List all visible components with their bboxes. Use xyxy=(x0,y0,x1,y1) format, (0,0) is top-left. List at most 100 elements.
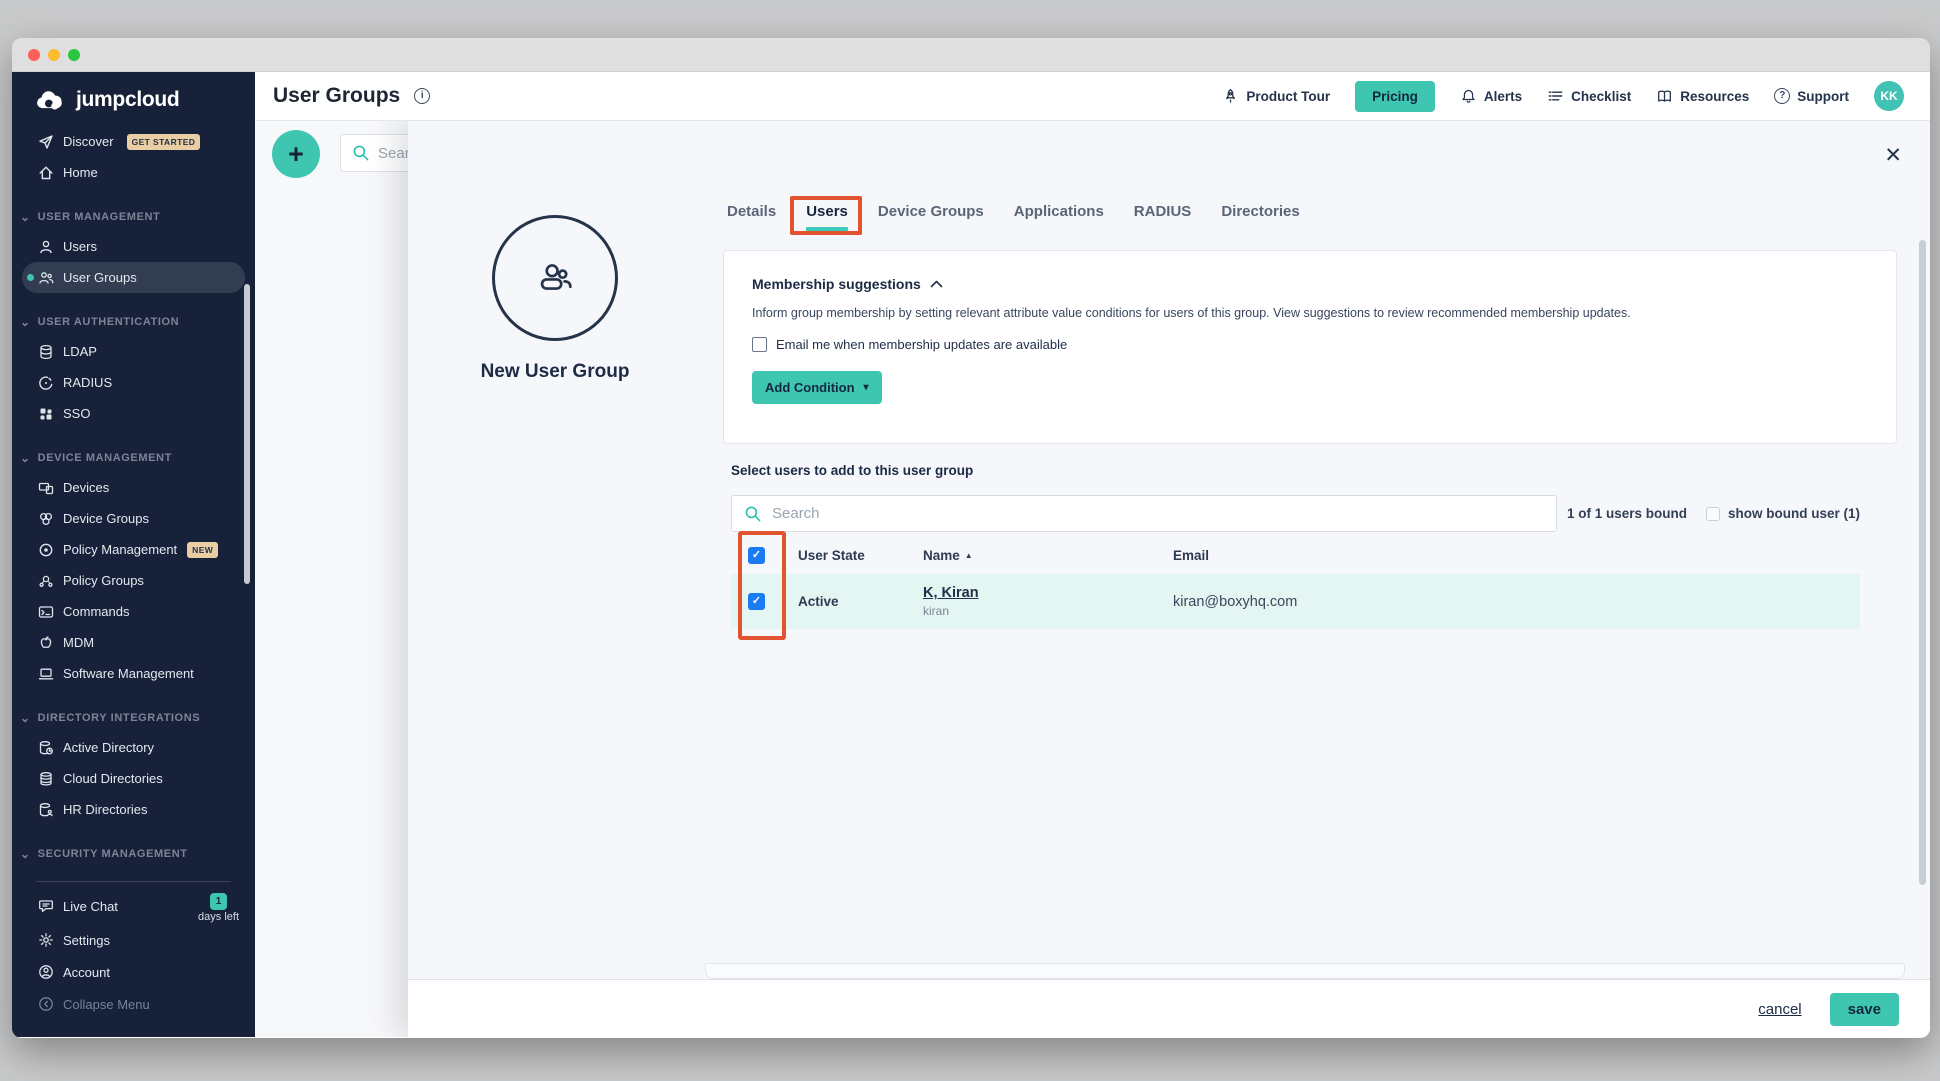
apple-icon xyxy=(38,635,54,651)
laptop-icon xyxy=(38,666,54,682)
alerts-button[interactable]: Alerts xyxy=(1460,88,1522,104)
sidebar-item-label: Settings xyxy=(63,933,110,948)
section-label: SECURITY MANAGEMENT xyxy=(38,848,188,860)
sidebar-scrollbar[interactable] xyxy=(244,284,250,584)
sidebar-item-label: HR Directories xyxy=(63,802,148,817)
trial-days-caption: days left xyxy=(198,911,239,923)
sidebar-item-software-management[interactable]: Software Management xyxy=(12,658,255,689)
show-bound-user-checkbox[interactable] xyxy=(1706,507,1720,521)
sidebar-item-label: Commands xyxy=(63,604,129,619)
user-search-input[interactable] xyxy=(732,496,1556,531)
cancel-button[interactable]: cancel xyxy=(1758,1001,1801,1018)
user-state-cell: Active xyxy=(798,594,923,609)
sidebar-item-devices[interactable]: Devices xyxy=(12,472,255,503)
traffic-light-minimize[interactable] xyxy=(48,49,60,61)
membership-suggestions-panel: Membership suggestions Inform group memb… xyxy=(723,250,1897,444)
membership-suggestions-title: Membership suggestions xyxy=(752,276,921,292)
user-avatar[interactable]: KK xyxy=(1874,81,1904,111)
sidebar-section-security-management[interactable]: ⌄ SECURITY MANAGEMENT xyxy=(12,839,255,868)
row-checkbox[interactable]: ✓ xyxy=(748,593,765,610)
sidebar-item-active-directory[interactable]: Active Directory xyxy=(12,732,255,763)
sidebar-item-label: Policy Management xyxy=(63,542,177,557)
sidebar-item-sso[interactable]: SSO xyxy=(12,398,255,429)
sidebar-item-policy-management[interactable]: Policy Management NEW xyxy=(12,534,255,565)
sidebar-item-policy-groups[interactable]: Policy Groups xyxy=(12,565,255,596)
sidebar-item-user-groups[interactable]: User Groups xyxy=(22,262,245,293)
sidebar-item-radius[interactable]: RADIUS xyxy=(12,367,255,398)
sidebar-item-users[interactable]: Users xyxy=(12,231,255,262)
column-header-name[interactable]: Name▲ xyxy=(923,548,1173,563)
group-avatar-icon xyxy=(532,255,578,301)
support-button[interactable]: ? Support xyxy=(1774,88,1849,104)
drawer-scrollbar[interactable] xyxy=(1919,240,1926,885)
sidebar-item-device-groups[interactable]: Device Groups xyxy=(12,503,255,534)
checklist-button[interactable]: Checklist xyxy=(1547,88,1631,104)
resources-button[interactable]: Resources xyxy=(1656,88,1749,104)
tab-applications[interactable]: Applications xyxy=(1014,203,1104,220)
user-name-link[interactable]: K, Kiran xyxy=(923,585,1173,601)
chevron-down-icon: ⌄ xyxy=(20,211,31,223)
trial-days-badge: 1 xyxy=(210,893,227,910)
sidebar-item-collapse-menu[interactable]: Collapse Menu xyxy=(12,988,255,1020)
new-user-group-drawer: ✕ New User Group Details Users Device Gr… xyxy=(408,121,1930,1037)
show-bound-user-label: show bound user (1) xyxy=(1728,506,1860,521)
sidebar-item-settings[interactable]: Settings xyxy=(12,924,255,956)
close-icon[interactable]: ✕ xyxy=(1884,145,1902,166)
show-bound-user-option[interactable]: show bound user (1) xyxy=(1706,506,1860,521)
tab-details[interactable]: Details xyxy=(727,203,776,220)
sidebar-item-discover[interactable]: Discover GET STARTED xyxy=(12,126,255,157)
tab-users[interactable]: Users xyxy=(806,203,848,220)
save-button[interactable]: save xyxy=(1830,993,1899,1026)
grid-icon xyxy=(38,406,54,422)
sidebar-item-cloud-directories[interactable]: Cloud Directories xyxy=(12,763,255,794)
target-icon xyxy=(38,542,54,558)
sidebar-item-label: Cloud Directories xyxy=(63,771,163,786)
column-header-email[interactable]: Email xyxy=(1173,548,1860,563)
product-tour-button[interactable]: Product Tour xyxy=(1222,88,1330,104)
account-icon xyxy=(38,964,54,980)
sidebar-section-user-management[interactable]: ⌄ USER MANAGEMENT xyxy=(12,202,255,231)
page-title: User Groups xyxy=(273,84,400,108)
table-row[interactable]: ✓ Active K, Kiran kiran kiran@boxyhq.com xyxy=(731,574,1860,629)
sidebar-item-hr-directories[interactable]: HR Directories xyxy=(12,794,255,825)
sidebar-section-directory-integrations[interactable]: ⌄ DIRECTORY INTEGRATIONS xyxy=(12,703,255,732)
tab-device-groups[interactable]: Device Groups xyxy=(878,203,984,220)
sidebar-item-label: Devices xyxy=(63,480,109,495)
users-table-header: ✓ User State Name▲ Email xyxy=(731,537,1860,574)
user-search[interactable] xyxy=(731,495,1557,532)
sidebar-section-device-management[interactable]: ⌄ DEVICE MANAGEMENT xyxy=(12,443,255,472)
section-label: DIRECTORY INTEGRATIONS xyxy=(38,712,201,724)
chevron-down-icon: ▾ xyxy=(864,383,869,393)
gear-icon xyxy=(38,932,54,948)
traffic-light-close[interactable] xyxy=(28,49,40,61)
sidebar-section-user-authentication[interactable]: ⌄ USER AUTHENTICATION xyxy=(12,307,255,336)
tab-content-bottom-edge xyxy=(705,963,1905,979)
column-header-user-state[interactable]: User State xyxy=(798,548,923,563)
sidebar-item-commands[interactable]: Commands xyxy=(12,596,255,627)
membership-suggestions-toggle[interactable]: Membership suggestions xyxy=(752,276,1868,292)
tab-directories[interactable]: Directories xyxy=(1221,203,1299,220)
tab-radius[interactable]: RADIUS xyxy=(1134,203,1192,220)
sidebar-item-label: Discover xyxy=(63,134,114,149)
traffic-light-zoom[interactable] xyxy=(68,49,80,61)
info-icon[interactable]: i xyxy=(414,88,430,104)
topbar: User Groups i Product Tour Pricing Alert… xyxy=(255,72,1930,121)
add-user-group-button[interactable]: + xyxy=(272,130,320,178)
sidebar-item-home[interactable]: Home xyxy=(12,157,255,188)
pricing-button[interactable]: Pricing xyxy=(1355,81,1435,112)
user-groups-page: + ✕ New User Group Details xyxy=(255,121,1930,1037)
section-label: USER AUTHENTICATION xyxy=(38,316,180,328)
app-window: jumpcloud Discover GET STARTED Home ⌄ US… xyxy=(12,38,1930,1038)
add-condition-button[interactable]: Add Condition ▾ xyxy=(752,371,882,404)
jumpcloud-logo[interactable]: jumpcloud xyxy=(12,72,255,126)
sidebar-item-ldap[interactable]: LDAP xyxy=(12,336,255,367)
email-updates-option[interactable]: Email me when membership updates are ava… xyxy=(752,337,1868,352)
collapse-arrow-icon xyxy=(38,996,54,1012)
sidebar-item-mdm[interactable]: MDM xyxy=(12,627,255,658)
database-stack-icon xyxy=(38,771,54,787)
email-updates-checkbox[interactable] xyxy=(752,337,767,352)
select-all-checkbox[interactable]: ✓ xyxy=(748,547,765,564)
section-label: USER MANAGEMENT xyxy=(38,211,161,223)
sidebar-item-account[interactable]: Account xyxy=(12,956,255,988)
devices-icon xyxy=(38,480,54,496)
